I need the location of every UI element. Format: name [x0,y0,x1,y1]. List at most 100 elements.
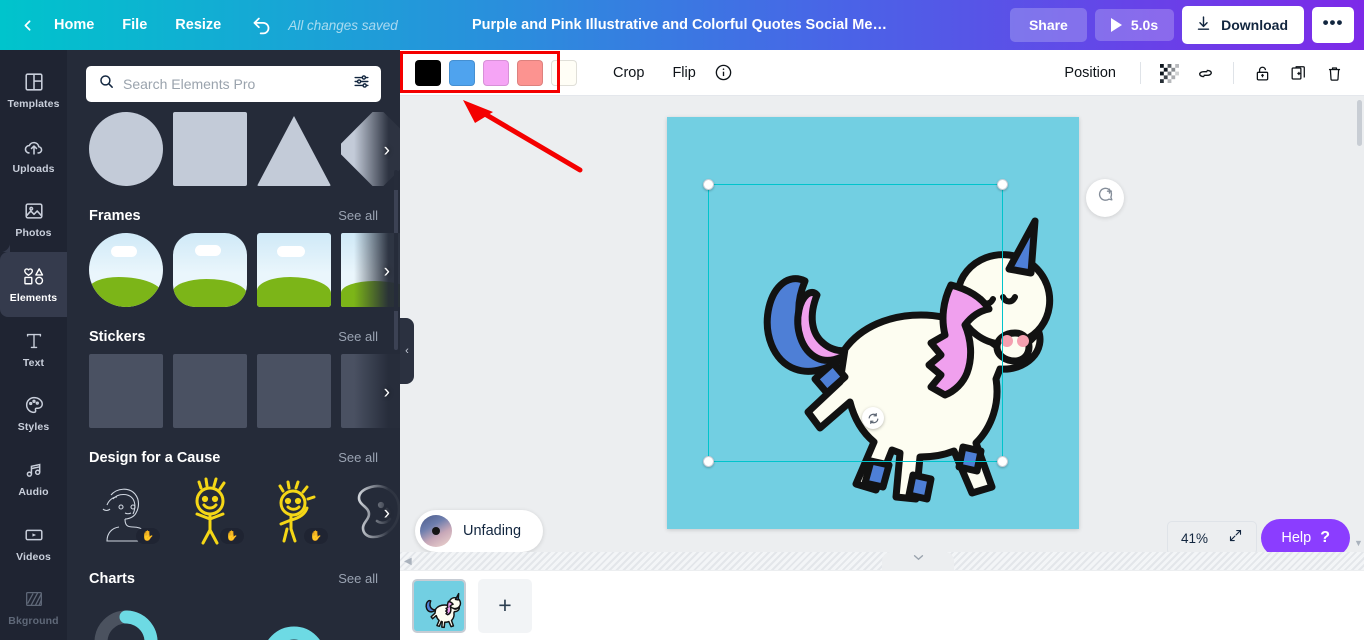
download-button[interactable]: Download [1182,6,1304,44]
pages-bar: + [400,570,1364,640]
see-all-cause[interactable]: See all [338,450,378,465]
add-comment-button[interactable] [1086,179,1124,217]
share-button[interactable]: Share [1010,8,1087,42]
cause-tile-figure-2[interactable]: ✋ [257,475,331,549]
trash-icon[interactable] [1318,57,1350,89]
search-icon [98,73,115,95]
canva-editor: Home File Resize All changes saved Purpl… [0,0,1364,640]
lock-icon[interactable] [1246,57,1278,89]
sticker-tile[interactable] [257,354,331,428]
sticker-tile[interactable] [89,354,163,428]
shape-tile-square[interactable] [173,112,247,186]
chart-tile-empty[interactable] [173,596,247,640]
frame-tile-extra[interactable] [341,233,400,307]
add-comment-icon [1096,186,1115,210]
crop-button[interactable]: Crop [601,58,656,88]
see-all-frames[interactable]: See all [338,208,378,223]
page-thumb-1[interactable] [412,579,466,633]
flip-button[interactable]: Flip [660,58,707,88]
shape-tile-diamond[interactable] [341,112,400,186]
undo-icon[interactable] [243,15,280,36]
sidebar-item-audio[interactable]: Audio [0,446,67,511]
sidebar-item-videos[interactable]: Videos [0,511,67,576]
stickers-row[interactable]: › [67,354,400,432]
sidebar-item-photos[interactable]: Photos [0,187,67,252]
panel-scroll-area[interactable]: › Frames See all [67,50,400,640]
present-button[interactable]: 5.0s [1095,9,1174,41]
canvas-area[interactable]: Unfading 41% Help ? ◀ ▲ ▼ [400,96,1364,570]
zoom-control[interactable]: 41% [1167,521,1257,555]
resize-handle-top-right[interactable] [997,179,1008,190]
resize-handle-bottom-left[interactable] [703,456,714,467]
help-label: Help [1281,530,1311,546]
scroll-left-icon[interactable]: ◀ [404,556,412,567]
chart-tile-people[interactable] [341,596,400,640]
design-page[interactable] [667,117,1079,529]
back-icon[interactable] [14,12,40,38]
resize-handle-top-left[interactable] [703,179,714,190]
resize-handle-bottom-right[interactable] [997,456,1008,467]
sidebar-item-uploads[interactable]: Uploads [0,123,67,188]
canvas-vertical-scrollbar[interactable] [1357,100,1362,146]
panel-scrollbar[interactable] [394,170,398,350]
frame-tile-circle[interactable] [89,233,163,307]
animation-chip[interactable]: Unfading [415,510,543,552]
charts-row[interactable] [67,596,400,640]
text-icon [23,330,45,352]
frame-tile-scallop[interactable] [173,233,247,307]
resize-button[interactable]: Resize [161,11,235,39]
expand-arrows-icon[interactable] [1228,528,1243,548]
swatch-pink[interactable] [483,60,509,86]
chevron-right-icon[interactable]: › [384,382,390,404]
cause-tile-portrait[interactable]: ✋ [89,475,163,549]
home-button[interactable]: Home [40,11,108,39]
rotate-icon[interactable] [862,407,884,429]
animation-label: Unfading [463,523,521,539]
shapes-row[interactable]: › [67,112,400,190]
filter-sliders-icon[interactable] [352,72,371,96]
swatch-cream[interactable] [551,60,577,86]
chevron-right-icon[interactable]: › [384,261,390,283]
chart-tile-arc[interactable] [257,596,331,640]
frame-tile-square[interactable] [257,233,331,307]
sidebar-item-templates[interactable]: Templates [0,58,67,123]
sidebar-item-styles[interactable]: Styles [0,381,67,446]
sidebar-item-elements[interactable]: Elements [0,252,67,317]
sticker-tile[interactable] [341,354,400,428]
info-circle-icon[interactable] [714,63,733,82]
selection-box[interactable] [708,184,1003,462]
canvas-collapse-button[interactable] [882,552,954,570]
shape-tile-triangle[interactable] [257,112,331,186]
more-options-button[interactable]: ••• [1312,7,1354,43]
sidebar-item-background[interactable]: Bkground [0,575,67,640]
cause-row[interactable]: ✋ ✋ [67,475,400,553]
sidebar-label: Videos [16,551,51,563]
transparency-checker-icon[interactable] [1153,57,1185,89]
chart-tile-donut[interactable] [89,596,163,640]
position-button[interactable]: Position [1052,58,1128,88]
link-icon[interactable] [1189,57,1221,89]
panel-collapse-button[interactable]: ‹ [400,318,414,384]
duplicate-icon[interactable] [1282,57,1314,89]
swatch-blue[interactable] [449,60,475,86]
shape-tile-circle[interactable] [89,112,163,186]
see-all-stickers[interactable]: See all [338,329,378,344]
search-input[interactable] [123,76,344,92]
scroll-down-icon[interactable]: ▼ [1353,537,1364,548]
cause-tile-face[interactable] [341,475,400,549]
swatch-salmon[interactable] [517,60,543,86]
sidebar-item-text[interactable]: Text [0,317,67,382]
sticker-tile[interactable] [173,354,247,428]
swatch-black[interactable] [415,60,441,86]
file-menu[interactable]: File [108,11,161,39]
see-all-charts[interactable]: See all [338,571,378,586]
chevron-right-icon[interactable]: › [384,503,390,525]
chevron-right-icon[interactable]: › [384,140,390,162]
sidebar-label: Bkground [8,615,58,627]
top-bar-right: Share 5.0s Download ••• [1010,0,1354,50]
cause-tile-figure-1[interactable]: ✋ [173,475,247,549]
frames-row[interactable]: › [67,233,400,311]
add-page-button[interactable]: + [478,579,532,633]
search-box[interactable] [86,66,381,102]
color-swatches [415,60,577,86]
